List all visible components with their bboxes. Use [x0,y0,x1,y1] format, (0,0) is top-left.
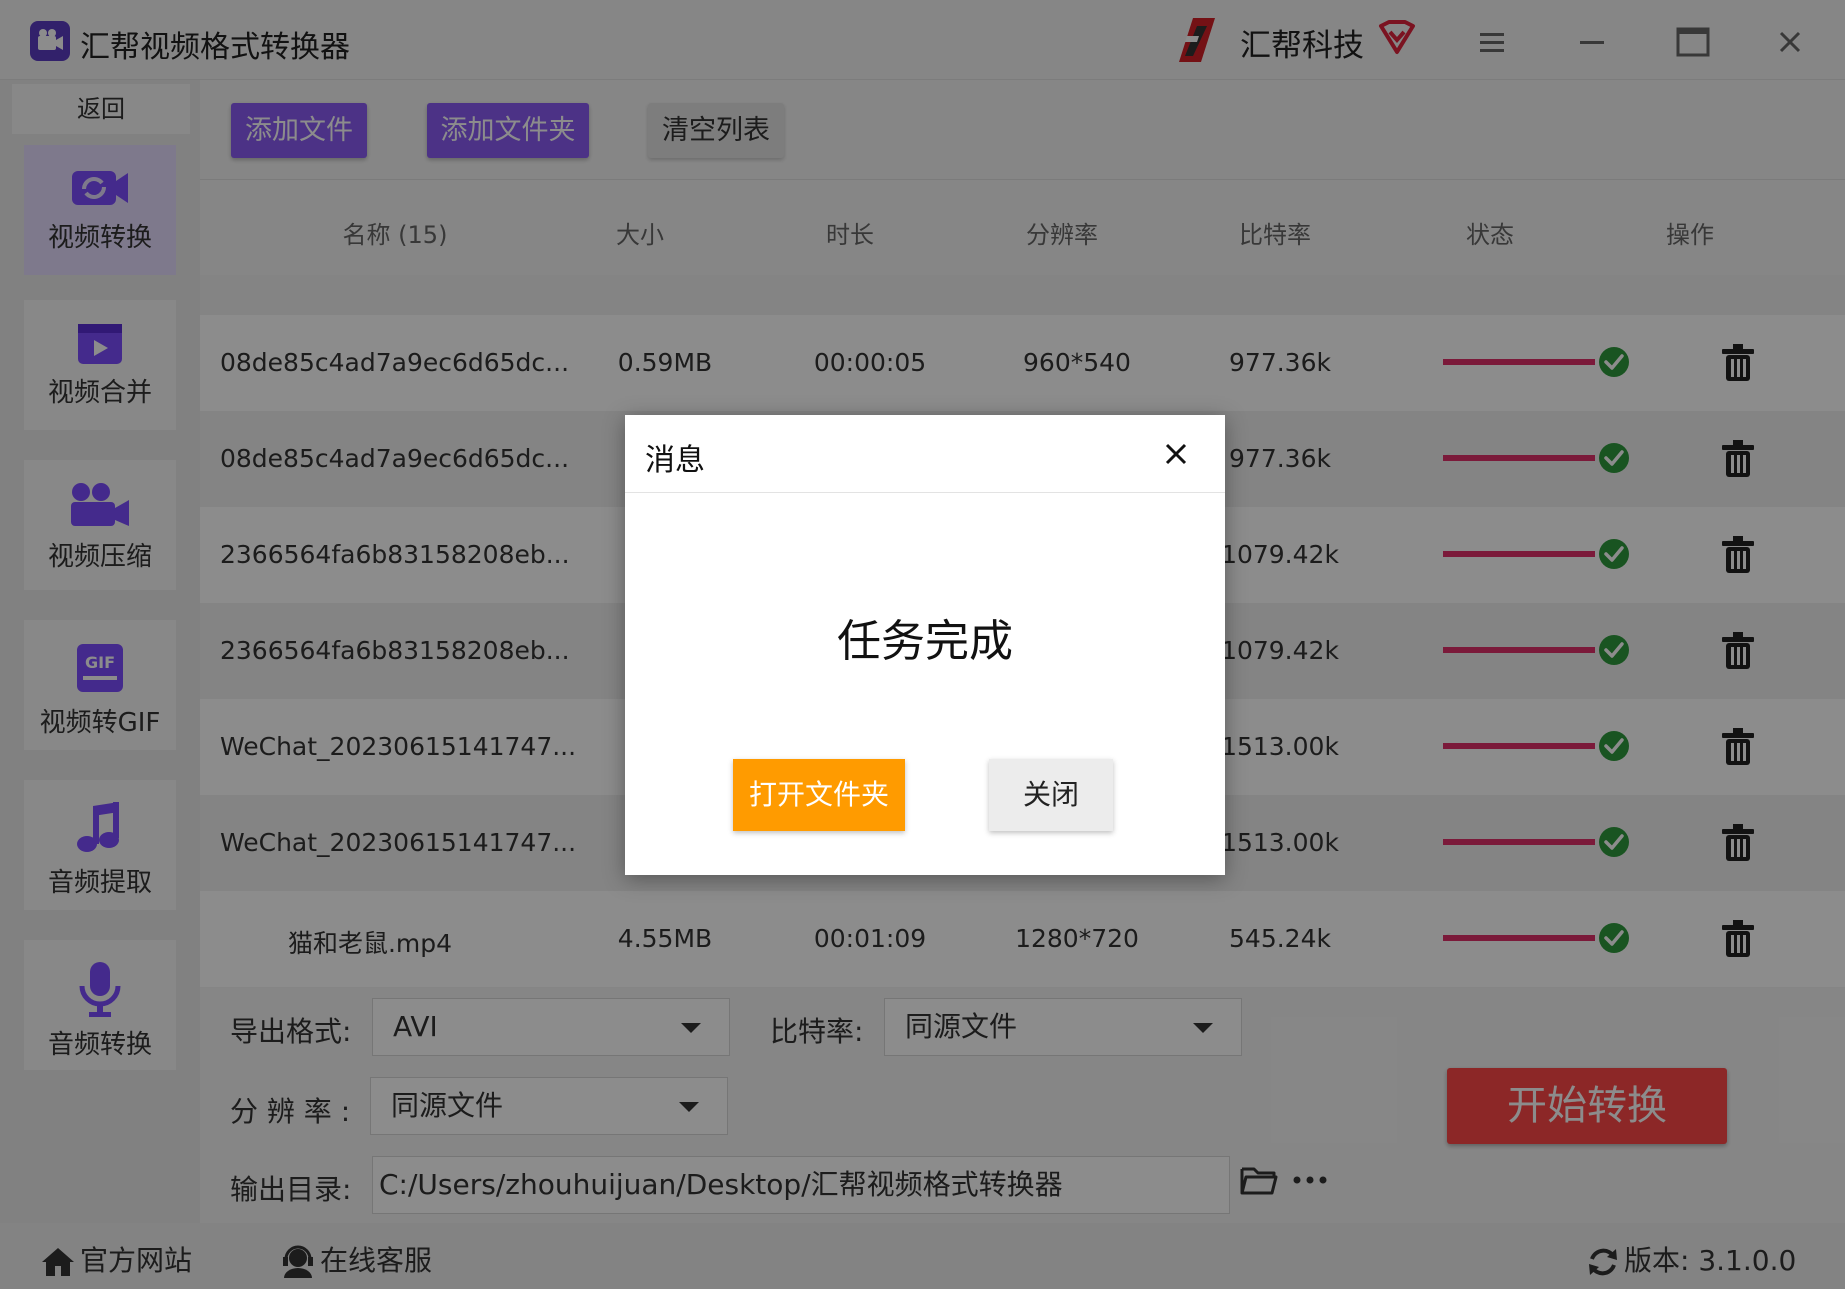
dialog-title: 消息 [645,443,705,478]
dialog-close-button[interactable]: 关闭 [989,759,1113,831]
dialog-header: 消息 [625,415,1225,493]
dialog-close-icon[interactable] [1163,441,1189,471]
message-dialog: 消息 任务完成 打开文件夹 关闭 [625,415,1225,875]
open-folder-button[interactable]: 打开文件夹 [733,759,905,831]
dialog-message: 任务完成 [837,616,1013,667]
